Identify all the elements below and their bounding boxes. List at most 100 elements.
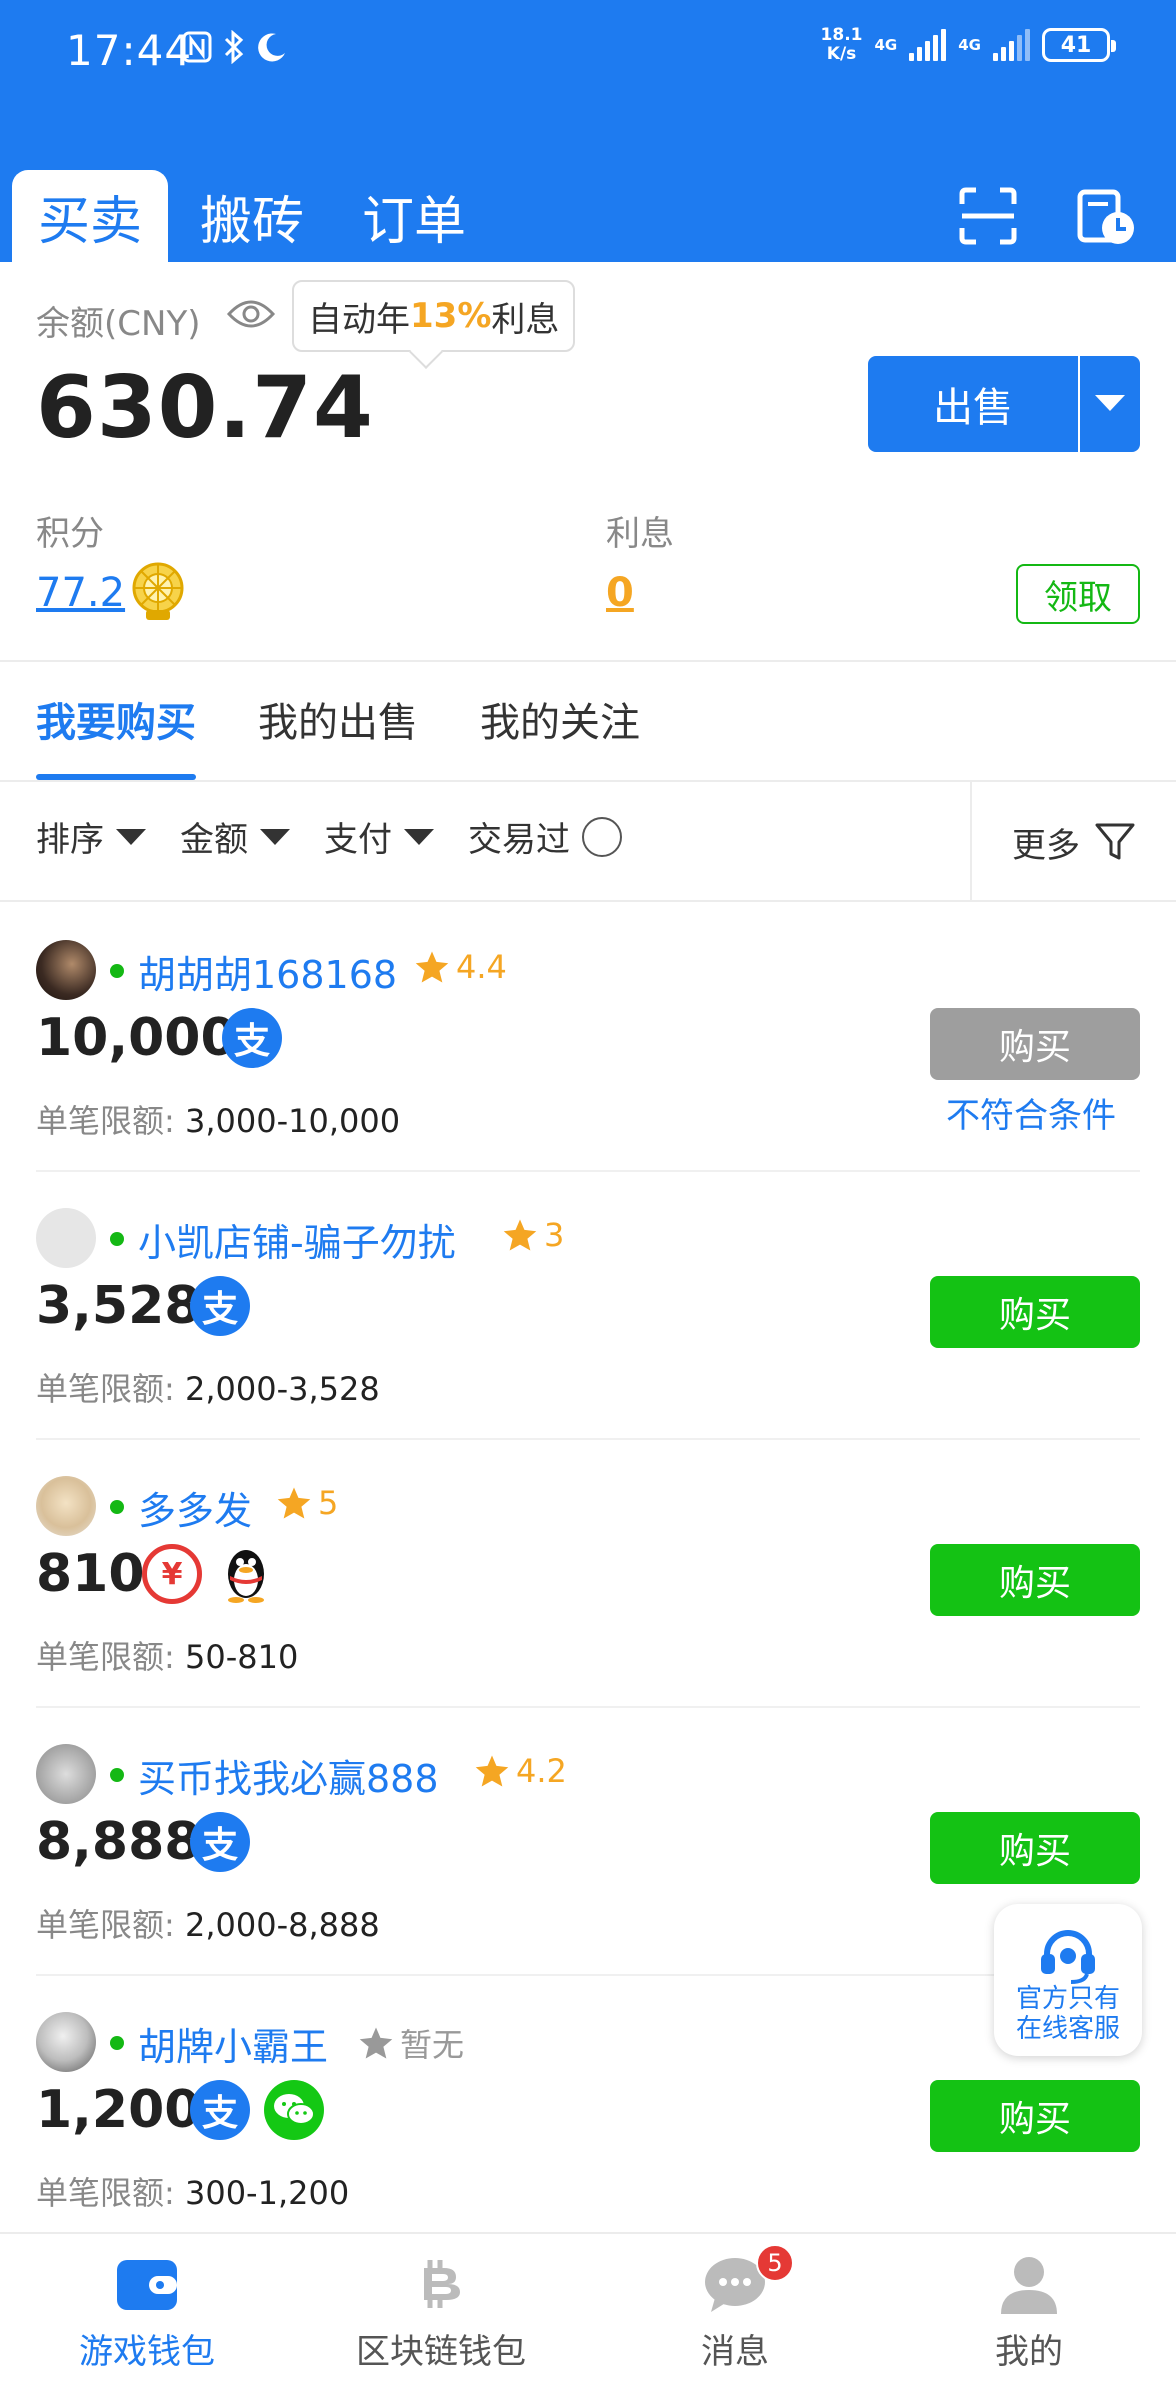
listing-item: 胡胡胡168168 4.4 10,000 支 单笔限额: 3,000-10,00… bbox=[0, 904, 1176, 1172]
buy-button[interactable]: 购买 bbox=[930, 1544, 1140, 1616]
sell-button-group: 出售 bbox=[868, 356, 1140, 452]
listing-amount: 8,888 bbox=[36, 1812, 201, 1872]
not-eligible-link[interactable]: 不符合条件 bbox=[946, 1088, 1116, 1137]
nav-profile[interactable]: 我的 bbox=[882, 2234, 1176, 2400]
points-label: 积分 bbox=[36, 514, 104, 554]
limit-label: 单笔限额: bbox=[36, 2174, 175, 2212]
online-indicator bbox=[110, 2036, 124, 2050]
battery-icon: 41 bbox=[1042, 28, 1116, 62]
avatar[interactable] bbox=[36, 1476, 96, 1536]
buy-button[interactable]: 购买 bbox=[930, 2080, 1140, 2152]
star-icon bbox=[415, 951, 449, 983]
wallet-icon bbox=[117, 2260, 177, 2310]
sub-tabs: 我要购买 我的出售 我的关注 bbox=[36, 690, 640, 780]
wechat-icon bbox=[264, 2080, 324, 2140]
seller-rating: 4.4 bbox=[414, 948, 507, 986]
limit-label: 单笔限额: bbox=[36, 1370, 175, 1408]
limit-value: 2,000-8,888 bbox=[184, 1906, 380, 1944]
star-icon bbox=[359, 2027, 393, 2059]
net-speed-value: 18.1 bbox=[820, 25, 863, 45]
avatar[interactable] bbox=[36, 2012, 96, 2072]
promo-suffix: 利息 bbox=[491, 299, 560, 340]
bluetooth-icon bbox=[224, 30, 244, 64]
nfc-icon bbox=[182, 31, 212, 63]
customer-service-button[interactable]: 官方只有 在线客服 bbox=[994, 1904, 1142, 2056]
nav-blockchain-wallet[interactable]: 区块链钱包 bbox=[294, 2234, 588, 2400]
caret-down-icon bbox=[260, 828, 290, 845]
sell-dropdown-button[interactable] bbox=[1078, 356, 1140, 452]
payment-methods: ¥ bbox=[142, 1544, 276, 1604]
online-indicator bbox=[110, 964, 124, 978]
interest-value[interactable]: 0 bbox=[606, 570, 634, 616]
caret-down-icon bbox=[1095, 395, 1125, 411]
rating-value: 暂无 bbox=[400, 2026, 465, 2064]
qq-penguin-icon bbox=[228, 1550, 264, 1603]
status-right-icons: 18.1 K/s 4G 4G 41 bbox=[821, 26, 1116, 64]
history-icon[interactable] bbox=[1076, 186, 1136, 246]
subtab-buy[interactable]: 我要购买 bbox=[36, 690, 196, 780]
payment-filter[interactable]: 支付 bbox=[324, 812, 434, 861]
qq-icon bbox=[216, 1544, 276, 1604]
main-tabs: 买卖 搬砖 订单 bbox=[12, 170, 492, 262]
bottom-navigation: 游戏钱包 区块链钱包 5 消息 我的 bbox=[0, 2232, 1176, 2400]
nav-game-wallet[interactable]: 游戏钱包 bbox=[0, 2234, 294, 2400]
scan-icon[interactable] bbox=[958, 186, 1018, 246]
app-header: 17:44 18.1 K/s 4G 4G 41 买卖 搬砖 订单 bbox=[0, 0, 1176, 262]
seller-name[interactable]: 买币找我必赢888 bbox=[138, 1748, 439, 1803]
listing-item: 小凯店铺-骗子勿扰 3 3,528 支 单笔限额: 2,000-3,528 购买 bbox=[0, 1172, 1176, 1440]
tab-orders[interactable]: 订单 bbox=[336, 170, 492, 262]
payment-methods: 支 bbox=[222, 1008, 282, 1068]
traded-radio[interactable] bbox=[582, 816, 622, 857]
buy-button[interactable]: 购买 bbox=[930, 1008, 1140, 1080]
amount-filter[interactable]: 金额 bbox=[180, 812, 290, 861]
seller-name[interactable]: 胡胡胡168168 bbox=[138, 944, 397, 999]
tab-trade[interactable]: 买卖 bbox=[12, 170, 168, 262]
seller-name[interactable]: 多多发 bbox=[138, 1480, 252, 1535]
seller-name[interactable]: 胡牌小霸王 bbox=[138, 2016, 328, 2071]
nav-label: 区块链钱包 bbox=[356, 2332, 526, 2372]
nav-label: 我的 bbox=[995, 2332, 1063, 2372]
more-filters-button[interactable]: 更多 bbox=[970, 782, 1176, 902]
sell-button[interactable]: 出售 bbox=[868, 356, 1078, 452]
sort-label: 排序 bbox=[36, 820, 104, 860]
signal2-label: 4G bbox=[958, 36, 981, 54]
seller-rating: 4.2 bbox=[474, 1752, 567, 1790]
alipay-icon: 支 bbox=[222, 1008, 282, 1068]
caret-down-icon bbox=[116, 828, 146, 845]
lucky-wheel-icon[interactable] bbox=[130, 562, 186, 622]
avatar[interactable] bbox=[36, 1208, 96, 1268]
network-speed: 18.1 K/s bbox=[821, 26, 863, 64]
wechat-bubbles-icon bbox=[274, 2094, 315, 2125]
listing-amount: 3,528 bbox=[36, 1276, 201, 1336]
limit-text: 单笔限额: 2,000-3,528 bbox=[36, 1364, 380, 1410]
avatar[interactable] bbox=[36, 1744, 96, 1804]
rating-value: 4.4 bbox=[456, 948, 507, 986]
balance-value: 630.74 bbox=[36, 358, 374, 458]
status-bar: 17:44 18.1 K/s 4G 4G 41 bbox=[0, 0, 1176, 100]
seller-name[interactable]: 小凯店铺-骗子勿扰 bbox=[138, 1212, 456, 1267]
claim-button[interactable]: 领取 bbox=[1016, 564, 1140, 624]
tab-arbitrage[interactable]: 搬砖 bbox=[174, 170, 330, 262]
eye-icon[interactable] bbox=[226, 296, 276, 332]
buy-button[interactable]: 购买 bbox=[930, 1812, 1140, 1884]
subtab-following[interactable]: 我的关注 bbox=[480, 690, 640, 780]
payment-methods: 支 bbox=[190, 1276, 250, 1336]
points-value[interactable]: 77.2 bbox=[36, 570, 125, 616]
limit-value: 50-810 bbox=[184, 1638, 299, 1676]
status-time: 17:44 bbox=[66, 26, 193, 75]
interest-label: 利息 bbox=[606, 514, 674, 554]
nav-messages[interactable]: 5 消息 bbox=[588, 2234, 882, 2400]
avatar[interactable] bbox=[36, 940, 96, 1000]
nav-label: 游戏钱包 bbox=[79, 2332, 215, 2372]
interest-promo-tooltip: 自动年 13% 利息 bbox=[292, 280, 576, 352]
limit-label: 单笔限额: bbox=[36, 1102, 175, 1140]
subtab-my-sales[interactable]: 我的出售 bbox=[258, 690, 418, 780]
seller-rating: 暂无 bbox=[358, 2020, 464, 2066]
sort-filter[interactable]: 排序 bbox=[36, 812, 146, 861]
online-indicator bbox=[110, 1232, 124, 1246]
signal1-label: 4G bbox=[874, 36, 898, 54]
buy-button[interactable]: 购买 bbox=[930, 1276, 1140, 1348]
traded-filter[interactable]: 交易过 bbox=[468, 812, 622, 861]
limit-value: 3,000-10,000 bbox=[184, 1102, 401, 1140]
limit-value: 2,000-3,528 bbox=[184, 1370, 380, 1408]
